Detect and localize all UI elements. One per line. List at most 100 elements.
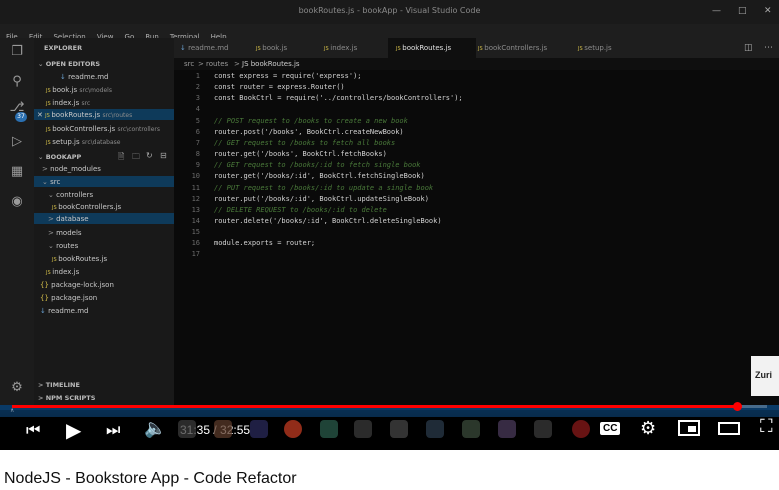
line-number: 3 <box>195 94 200 103</box>
open-editor-item[interactable]: ↓ readme.md <box>60 73 108 81</box>
settings-icon[interactable]: ⚙ <box>640 418 656 439</box>
video-title: NodeJS - Bookstore App - Code Refactor <box>4 470 297 487</box>
tree-item[interactable]: ⌄ routes <box>48 242 78 250</box>
tree-item[interactable]: {} package.json <box>40 294 97 302</box>
volume-icon[interactable]: 🔈 <box>144 418 166 439</box>
code-line: router.get('/books', BookCtrl.fetchBooks… <box>214 150 387 159</box>
line-number: 1 <box>195 72 200 80</box>
code-editor[interactable]: 1 const express = require('express'); 2 con… <box>174 70 779 405</box>
tab-setup[interactable]: JS setup.js <box>578 38 628 58</box>
line-number: 12 <box>191 194 200 203</box>
breadcrumb-item[interactable]: routes <box>206 60 228 68</box>
line-number: 17 <box>191 250 200 259</box>
taskbar-app-icon <box>498 420 516 438</box>
open-editor-item[interactable]: JS book.js src\models <box>46 86 112 94</box>
line-number: 7 <box>195 138 200 147</box>
tree-item[interactable]: ↓ readme.md <box>40 307 88 315</box>
timeline-header[interactable]: > TIMELINE <box>38 381 80 389</box>
line-number: 16 <box>191 239 200 248</box>
line-number: 10 <box>191 172 200 181</box>
line-number: 9 <box>195 161 200 170</box>
account-icon: ⚙ <box>11 380 23 395</box>
open-editor-item[interactable]: JS setup.js src\database <box>46 138 121 146</box>
extensions-icon: ▦ <box>10 164 24 179</box>
new-folder-icon[interactable]: 🗀 <box>132 151 140 165</box>
fullscreen-icon[interactable]: ⛶ <box>760 416 773 437</box>
taskbar-app-icon <box>320 420 338 438</box>
play-icon[interactable]: ▶ <box>66 418 81 442</box>
tree-item[interactable]: > models <box>48 229 82 237</box>
tree-item[interactable]: {} package-lock.json <box>40 281 114 289</box>
miniplayer-icon[interactable] <box>678 420 700 436</box>
taskbar-app-icon <box>250 420 268 438</box>
browser-icon <box>284 420 302 438</box>
split-editor-icon[interactable]: ◫ <box>744 38 753 58</box>
line-number: 8 <box>195 150 200 159</box>
vscode-titlebar: bookRoutes.js - bookApp - Visual Studio … <box>0 0 779 24</box>
new-file-icon[interactable]: 🗎 <box>118 151 124 165</box>
tab-bookroutes[interactable]: JS bookRoutes.js <box>388 38 476 58</box>
remote-icon: ◉ <box>11 194 23 209</box>
next-icon[interactable]: ⏭ <box>106 420 120 440</box>
channel-watermark[interactable]: Zuri <box>751 356 779 396</box>
taskbar-app-icon <box>354 420 372 438</box>
line-number: 13 <box>191 205 200 214</box>
taskbar-app-icon <box>572 420 590 438</box>
screen-taskbar <box>174 414 604 444</box>
maximize-icon: □ <box>738 6 747 16</box>
video-player[interactable]: bookRoutes.js - bookApp - Visual Studio … <box>0 0 779 450</box>
minimize-icon: — <box>712 6 721 16</box>
code-comment: // GET request to /books/:id to fetch si… <box>214 161 421 170</box>
progress-scrubber[interactable] <box>732 402 742 411</box>
code-line: router.get('/books/:id', BookCtrl.fetchS… <box>214 172 425 181</box>
taskbar-app-icon <box>214 420 232 438</box>
previous-icon[interactable]: ⏮ <box>26 420 40 440</box>
line-number: 6 <box>195 127 200 136</box>
collapse-all-icon[interactable]: ⊟ <box>160 151 167 160</box>
code-comment: // POST request to /books to create a ne… <box>214 116 408 125</box>
open-editor-item[interactable]: JS index.js src <box>46 99 90 107</box>
theater-mode-icon[interactable] <box>718 422 740 435</box>
tree-item[interactable]: > node_modules <box>42 165 101 173</box>
taskbar-app-icon <box>426 420 444 438</box>
tab-bookcontrollers[interactable]: JS bookControllers.js <box>478 38 568 58</box>
close-icon: ✕ <box>764 6 772 16</box>
code-line: module.exports = router; <box>214 239 316 248</box>
breadcrumb: src > routes > JS bookRoutes.js <box>174 58 779 70</box>
tree-item[interactable]: > database <box>48 215 89 223</box>
tree-item[interactable]: ⌄ src <box>42 178 60 186</box>
progress-bar[interactable] <box>12 402 767 411</box>
refresh-icon[interactable]: ↻ <box>146 151 153 160</box>
window-title: bookRoutes.js - bookApp - Visual Studio … <box>298 6 481 15</box>
breadcrumb-item[interactable]: JS bookRoutes.js <box>242 60 300 68</box>
tree-item[interactable]: JS bookControllers.js <box>52 203 121 211</box>
npm-scripts-header[interactable]: > NPM SCRIPTS <box>38 394 95 402</box>
files-icon: ❐ <box>11 44 23 59</box>
taskbar-app-icon <box>462 420 480 438</box>
project-header[interactable]: ⌄ BOOKAPP <box>38 153 81 161</box>
code-comment: // GET request to /books to fetch all bo… <box>214 138 396 147</box>
code-line: router.put('/books/:id', BookCtrl.update… <box>214 194 429 203</box>
tree-item[interactable]: JS bookRoutes.js <box>52 255 107 263</box>
open-editors-header[interactable]: ⌄ OPEN EDITORS <box>38 60 100 68</box>
tree-item[interactable]: ⌄ controllers <box>48 191 93 199</box>
vscode-menubar: File Edit Selection View Go Run Terminal… <box>0 24 779 41</box>
open-editor-item[interactable]: JS bookControllers.js src\controllers <box>46 125 160 133</box>
taskbar-app-icon <box>390 420 408 438</box>
activity-bar: ❐ ⚲ ⎇ 37 ▷ ▦ ◉ ⚙ <box>0 38 34 405</box>
tab-book[interactable]: JS book.js <box>256 38 306 58</box>
breadcrumb-item[interactable]: src <box>184 60 194 68</box>
progress-fill <box>12 405 737 408</box>
line-number: 4 <box>195 105 200 114</box>
line-number: 5 <box>195 116 200 125</box>
taskbar-app-icon <box>534 420 552 438</box>
tab-index[interactable]: JS index.js <box>324 38 379 58</box>
code-comment: // DELETE REQUEST to /books/:id to delet… <box>214 205 387 214</box>
taskbar-app-icon <box>178 420 196 438</box>
editor-tabs: ↓ readme.md JS book.js JS index.js JS bo… <box>174 38 779 58</box>
tree-item[interactable]: JS index.js <box>46 268 79 276</box>
more-actions-icon[interactable]: ⋯ <box>764 38 773 58</box>
open-editor-item-active[interactable]: ✕ JS bookRoutes.js src\routes <box>37 111 132 119</box>
code-line: router.post('/books', BookCtrl.createNew… <box>214 127 404 136</box>
tab-readme[interactable]: ↓ readme.md <box>180 38 240 58</box>
